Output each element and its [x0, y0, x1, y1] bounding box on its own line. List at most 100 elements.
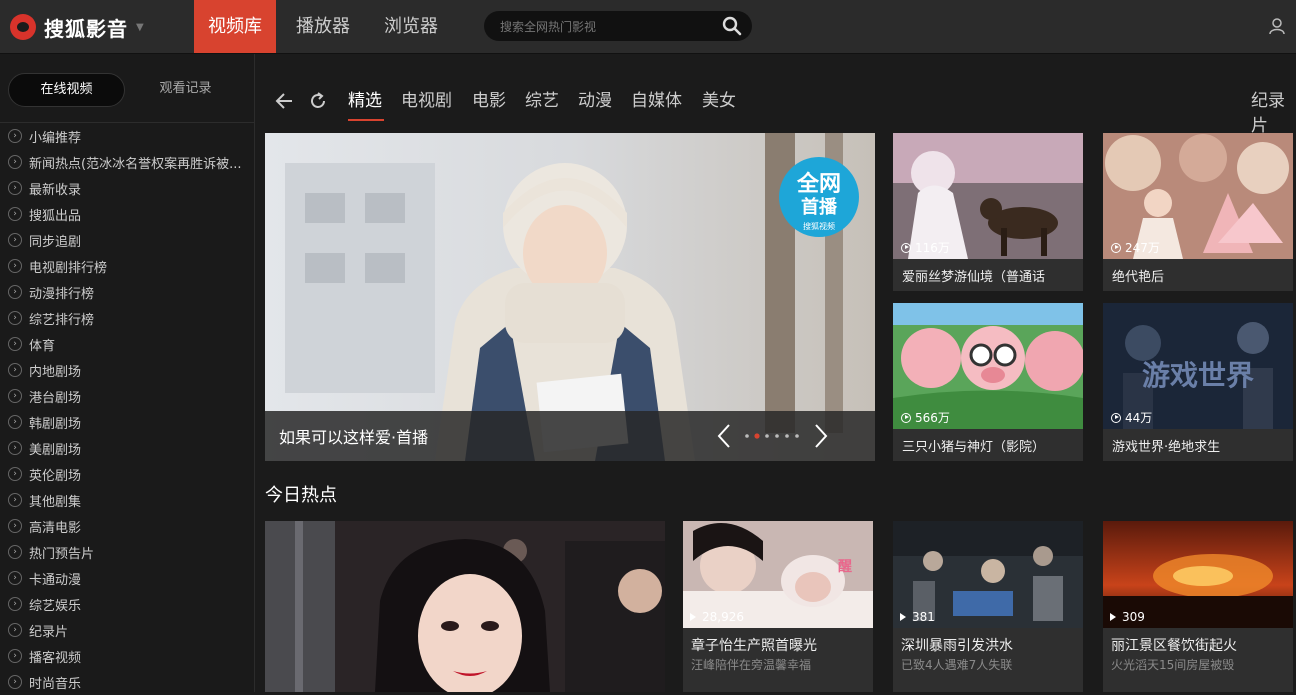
hero-dot[interactable] [745, 434, 749, 438]
sidebar-item-label: 最新收录 [29, 182, 82, 198]
search-input[interactable] [498, 11, 722, 43]
tab-browser[interactable]: 浏览器 [372, 0, 450, 53]
chevron-right-icon: › [8, 207, 22, 221]
hot-today-main-thumbnail [265, 521, 665, 692]
tab-video-library[interactable]: 视频库 [194, 0, 276, 53]
category-variety[interactable]: 综艺 [525, 86, 559, 116]
sidebar-tabs: 在线视频 观看记录 [0, 54, 254, 123]
sidebar-item-label: 新闻热点(范冰冰名誉权案再胜诉被... [29, 156, 242, 172]
sidebar-item[interactable]: › 播客视频 [0, 643, 254, 669]
play-count: 116万 [901, 239, 950, 256]
hot-today-tile[interactable]: 醒 28,926 章子怡生产照首曝光 汪峰陪伴在旁温馨幸福 [683, 521, 873, 692]
sidebar-item[interactable]: › 小编推荐 [0, 123, 254, 149]
user-icon[interactable] [1268, 17, 1286, 35]
hero-dot[interactable] [765, 434, 769, 438]
category-featured[interactable]: 精选 [348, 86, 382, 116]
sidebar-item[interactable]: › 美剧剧场 [0, 435, 254, 461]
chevron-right-icon: › [8, 389, 22, 403]
category-anime[interactable]: 动漫 [578, 86, 612, 116]
sidebar-item[interactable]: › 时尚音乐 [0, 669, 254, 695]
play-count: 28,926 [690, 610, 744, 624]
section-title-hot-today: 今日热点 [265, 485, 337, 506]
sidebar-item-label: 美剧剧场 [29, 442, 82, 458]
play-count: 247万 [1111, 239, 1160, 256]
sidebar-item[interactable]: › 新闻热点(范冰冰名誉权案再胜诉被... [0, 149, 254, 175]
hot-today-tile[interactable]: 309 丽江景区餐饮街起火 火光滔天15间房屋被毁 [1103, 521, 1293, 692]
sidebar-item[interactable]: › 港台剧场 [0, 383, 254, 409]
featured-tile[interactable]: 游戏世界 44万 游戏世界·绝地求生 [1103, 303, 1293, 461]
category-beauty[interactable]: 美女 [702, 86, 736, 116]
tile-title: 丽江景区餐饮街起火 [1111, 638, 1237, 654]
sidebar-item-label: 内地剧场 [29, 364, 82, 380]
chevron-right-icon: › [8, 571, 22, 585]
sidebar-item-label: 小编推荐 [29, 130, 82, 146]
chevron-down-icon[interactable]: ▼ [136, 22, 144, 33]
sidebar-item-label: 韩剧剧场 [29, 416, 82, 432]
sidebar-item[interactable]: › 英伦剧场 [0, 461, 254, 487]
play-count: 44万 [1111, 409, 1152, 426]
chevron-right-icon: › [8, 311, 22, 325]
play-count: 381 [900, 610, 935, 624]
play-count-value: 116万 [915, 241, 950, 255]
hero-banner[interactable]: 全网 首播 搜狐视频 如果可以这样爱·首播 [265, 133, 875, 461]
back-arrow-icon[interactable] [274, 91, 294, 111]
featured-tile[interactable]: 566万 三只小猪与神灯（影院） [893, 303, 1083, 461]
sidebar-item[interactable]: › 热门预告片 [0, 539, 254, 565]
tile-title: 游戏世界·绝地求生 [1112, 440, 1221, 455]
search-box [484, 11, 752, 43]
sidebar-item[interactable]: › 综艺娱乐 [0, 591, 254, 617]
sidebar-item[interactable]: › 高清电影 [0, 513, 254, 539]
tab-player[interactable]: 播放器 [284, 0, 362, 53]
app-logo[interactable]: 搜狐影音 ▼ [10, 12, 144, 42]
hot-today-tile[interactable]: 381 深圳暴雨引发洪水 已致4人遇难7人失联 [893, 521, 1083, 692]
featured-tile[interactable]: 247万 绝代艳后 [1103, 133, 1293, 291]
sidebar-item-label: 时尚音乐 [29, 676, 82, 692]
sidebar-item[interactable]: › 纪录片 [0, 617, 254, 643]
play-circle-icon [901, 242, 911, 253]
sidebar-item[interactable]: › 其他剧集 [0, 487, 254, 513]
sidebar-item-label: 英伦剧场 [29, 468, 82, 484]
search-icon[interactable] [722, 16, 742, 36]
refresh-icon[interactable] [308, 91, 328, 111]
category-tv[interactable]: 电视剧 [401, 86, 452, 116]
sidebar-list: › 小编推荐 › 新闻热点(范冰冰名誉权案再胜诉被... › 最新收录 › 搜狐出品 › 同步追剧… [0, 123, 254, 695]
hot-today-main-image[interactable] [265, 521, 665, 692]
featured-tile[interactable]: 116万 爱丽丝梦游仙境（普通话 [893, 133, 1083, 291]
sidebar-item[interactable]: › 搜狐出品 [0, 201, 254, 227]
sidebar-item[interactable]: › 同步追剧 [0, 227, 254, 253]
sidebar-item-label: 卡通动漫 [29, 572, 82, 588]
sidebar-item-label: 综艺娱乐 [29, 598, 82, 614]
sidebar-item[interactable]: › 综艺排行榜 [0, 305, 254, 331]
sidebar-item-label: 热门预告片 [29, 546, 95, 562]
hero-badge-line2: 首播 [801, 196, 838, 218]
tab-watch-history[interactable]: 观看记录 [128, 73, 243, 105]
sidebar-item[interactable]: › 韩剧剧场 [0, 409, 254, 435]
sidebar-item[interactable]: › 电视剧排行榜 [0, 253, 254, 279]
hero-dot[interactable] [754, 433, 760, 439]
hero-image: 全网 首播 搜狐视频 如果可以这样爱·首播 [265, 133, 875, 461]
tab-online-video[interactable]: 在线视频 [8, 73, 125, 107]
category-movie[interactable]: 电影 [472, 86, 506, 116]
sidebar-item-label: 高清电影 [29, 520, 82, 536]
chevron-right-icon: › [8, 493, 22, 507]
sidebar-item-label: 体育 [29, 338, 56, 354]
hero-dot[interactable] [775, 434, 779, 438]
chevron-right-icon: › [8, 363, 22, 377]
category-documentary[interactable]: 纪录片 [1251, 86, 1296, 136]
sidebar-item[interactable]: › 最新收录 [0, 175, 254, 201]
tile-title: 三只小猪与神灯（影院） [902, 440, 1046, 455]
chevron-right-icon: › [8, 285, 22, 299]
sidebar-item-label: 港台剧场 [29, 390, 82, 406]
sidebar-item[interactable]: › 内地剧场 [0, 357, 254, 383]
sidebar-item-label: 纪录片 [29, 624, 69, 640]
hero-dot[interactable] [795, 434, 799, 438]
tile-title: 深圳暴雨引发洪水 [901, 638, 1013, 654]
sidebar-item[interactable]: › 动漫排行榜 [0, 279, 254, 305]
hero-dot[interactable] [785, 434, 789, 438]
chevron-right-icon: › [8, 155, 22, 169]
sidebar-item-label: 电视剧排行榜 [29, 260, 108, 276]
sidebar-item[interactable]: › 卡通动漫 [0, 565, 254, 591]
sidebar-item[interactable]: › 体育 [0, 331, 254, 357]
category-we-media[interactable]: 自媒体 [631, 86, 682, 116]
chevron-right-icon: › [8, 623, 22, 637]
